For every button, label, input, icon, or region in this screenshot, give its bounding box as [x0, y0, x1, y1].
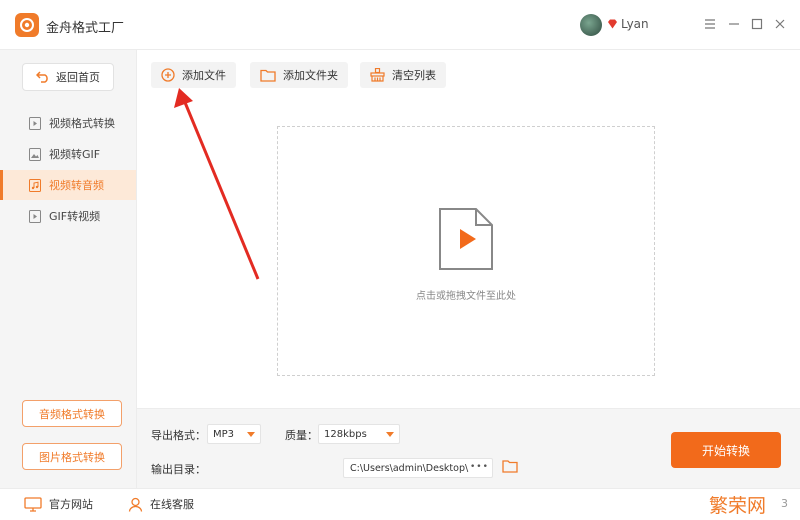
menu-icon[interactable] [700, 14, 720, 34]
quality-value: 128kbps [324, 428, 367, 440]
username[interactable]: Lyan [621, 17, 649, 31]
output-dir-value: C:\Users\admin\Desktop\ [350, 462, 469, 474]
avatar[interactable] [580, 14, 602, 36]
output-settings-panel: 导出格式： MP3 质量： 128kbps 输出目录： C:\Users\adm… [137, 408, 800, 488]
folder-icon [260, 69, 276, 82]
maximize-icon[interactable] [747, 14, 767, 34]
status-bar: 官方网站 在线客服 繁荣网 3 [0, 488, 800, 520]
clear-list-button[interactable]: 清空列表 [360, 62, 446, 88]
file-drop-zone[interactable]: 点击或拖拽文件至此处 [277, 126, 655, 376]
back-arrow-icon [36, 71, 48, 83]
title-bar: 金舟格式工厂 Lyan [0, 0, 800, 50]
sidebar: 返回首页 视频格式转换 视频转GIF 视频转音频 GIF转视频 音频格式转换 图… [0, 50, 137, 488]
add-file-label: 添加文件 [182, 69, 226, 82]
support-label: 在线客服 [150, 498, 194, 511]
add-folder-label: 添加文件夹 [283, 69, 338, 82]
monitor-icon [24, 496, 42, 512]
app-logo [15, 13, 39, 37]
open-folder-icon[interactable] [502, 459, 518, 473]
audio-format-convert-button[interactable]: 音频格式转换 [22, 400, 122, 427]
video-file-icon [29, 116, 41, 130]
video-file-icon [29, 209, 41, 223]
broom-icon [370, 68, 385, 82]
minimize-icon[interactable] [724, 14, 744, 34]
sidebar-item-gif-to-video[interactable]: GIF转视频 [0, 201, 136, 231]
quality-select[interactable]: 128kbps [318, 424, 400, 444]
output-dir-label: 输出目录： [151, 463, 206, 476]
app-title: 金舟格式工厂 [46, 21, 125, 36]
format-value: MP3 [213, 428, 235, 440]
vip-diamond-icon [608, 19, 617, 29]
app-logo-icon [20, 18, 34, 32]
start-convert-button[interactable]: 开始转换 [671, 432, 781, 468]
user-support-icon [128, 497, 143, 512]
sidebar-item-label: GIF转视频 [49, 210, 101, 223]
chevron-down-icon [247, 432, 255, 437]
website-label: 官方网站 [49, 498, 93, 511]
official-website-link[interactable]: 官方网站 [24, 496, 93, 512]
sidebar-item-video-to-audio[interactable]: 视频转音频 [0, 170, 136, 200]
add-file-button[interactable]: 添加文件 [151, 62, 236, 88]
music-file-icon [29, 178, 41, 192]
format-select[interactable]: MP3 [207, 424, 261, 444]
watermark: 繁荣网 [709, 495, 767, 517]
back-home-button[interactable]: 返回首页 [22, 63, 114, 91]
image-format-convert-button[interactable]: 图片格式转换 [22, 443, 122, 470]
corner-text: 3 [781, 497, 788, 510]
online-support-link[interactable]: 在线客服 [128, 496, 194, 512]
sidebar-item-video-format[interactable]: 视频格式转换 [0, 108, 136, 138]
format-label: 导出格式： [151, 429, 206, 442]
plus-circle-icon [161, 68, 175, 82]
browse-more-button[interactable]: ••• [470, 462, 489, 472]
add-folder-button[interactable]: 添加文件夹 [250, 62, 348, 88]
chevron-down-icon [386, 432, 394, 437]
close-icon[interactable] [770, 14, 790, 34]
sidebar-item-label: 视频格式转换 [49, 117, 115, 130]
sidebar-item-label: 视频转音频 [49, 179, 104, 192]
back-home-label: 返回首页 [56, 71, 100, 84]
image-file-icon [29, 147, 41, 161]
video-document-icon [439, 208, 493, 270]
quality-label: 质量： [285, 429, 318, 442]
sidebar-item-label: 视频转GIF [49, 148, 101, 161]
drop-hint-text: 点击或拖拽文件至此处 [416, 291, 516, 302]
clear-list-label: 清空列表 [392, 69, 436, 82]
sidebar-item-video-to-gif[interactable]: 视频转GIF [0, 139, 136, 169]
